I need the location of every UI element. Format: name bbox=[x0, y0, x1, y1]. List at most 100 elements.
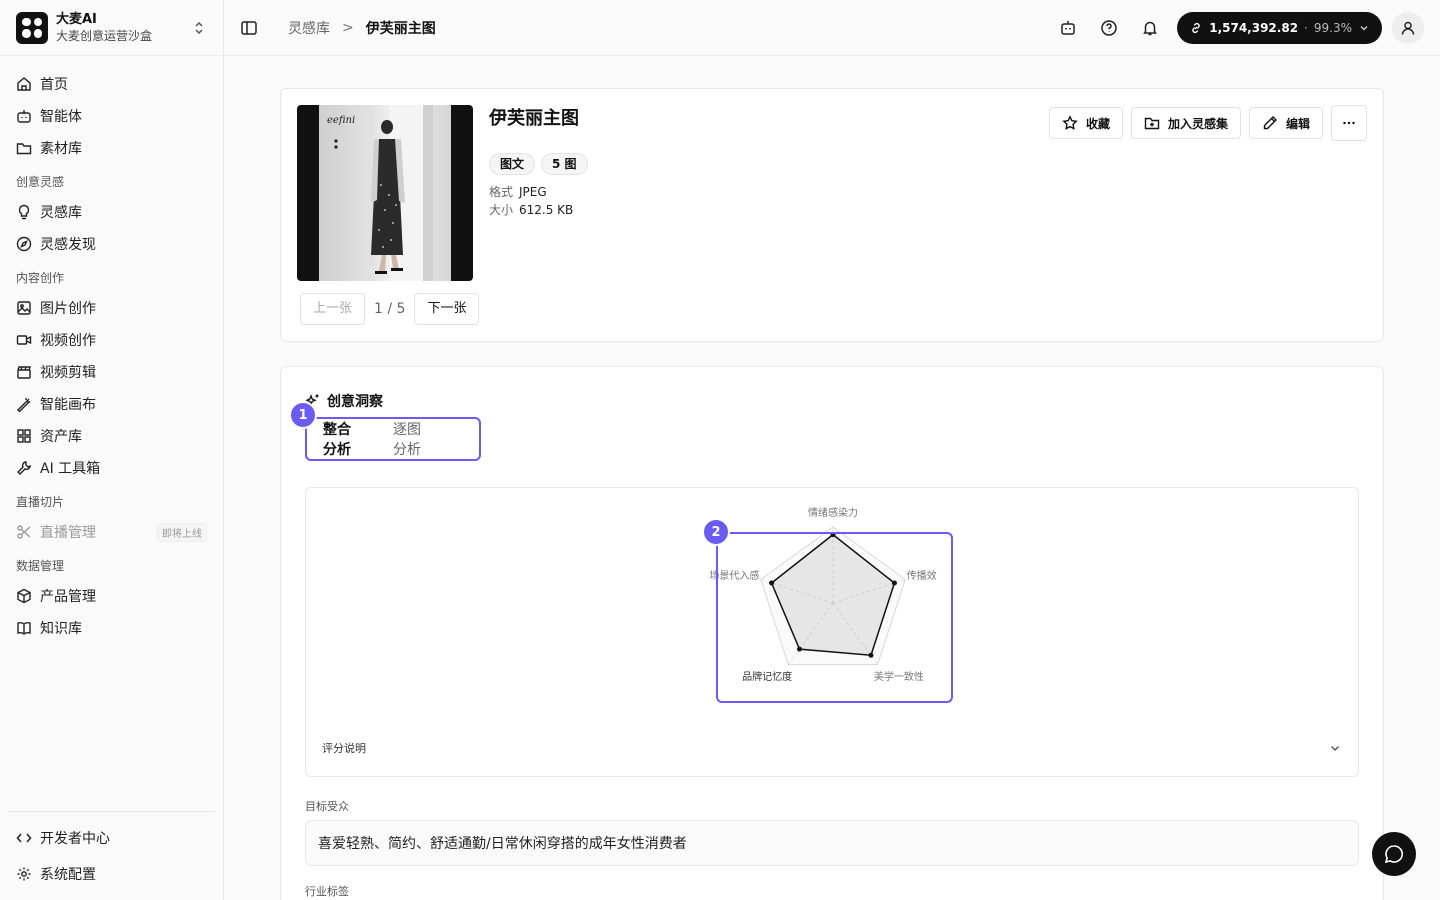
score-explanation-toggle[interactable]: 评分说明 bbox=[322, 740, 1342, 756]
bot-icon[interactable] bbox=[1059, 19, 1077, 37]
sidebar-item-label: 系统配置 bbox=[40, 867, 96, 883]
sidebar-item-label: 资产库 bbox=[40, 429, 82, 445]
tag-type: 图文 bbox=[489, 153, 536, 175]
add-collection-label: 加入灵感集 bbox=[1167, 116, 1228, 131]
sidebar-item-label: 图片创作 bbox=[40, 301, 96, 317]
clapperboard-icon bbox=[17, 366, 31, 379]
edit-button[interactable]: 编辑 bbox=[1248, 107, 1323, 139]
sidebar-item-label: 产品管理 bbox=[40, 589, 96, 605]
sidebar-item-toolbox[interactable]: AI 工具箱 bbox=[8, 452, 215, 484]
nav-group-title: 创意灵感 bbox=[16, 175, 65, 189]
brand-subtitle: 大麦创意运营沙盒 bbox=[56, 29, 153, 43]
callout-badge-1: 1 bbox=[289, 401, 317, 429]
sidebar-item-label: 素材库 bbox=[40, 141, 82, 157]
prev-image-button[interactable]: 上一张 bbox=[300, 293, 366, 325]
asset-actions: 收藏 加入灵感集 编辑 bbox=[1041, 105, 1367, 141]
favorite-button[interactable]: 收藏 bbox=[1048, 107, 1123, 139]
thumbnail-photo: eefini bbox=[319, 105, 451, 281]
chat-assistant-button[interactable] bbox=[1372, 832, 1416, 876]
user-avatar[interactable] bbox=[1392, 11, 1424, 44]
credit-separator: · bbox=[1304, 20, 1308, 35]
sidebar-item-video-edit[interactable]: 视频剪辑 bbox=[8, 356, 215, 388]
book-icon bbox=[17, 622, 31, 635]
coming-soon-badge: 即将上线 bbox=[157, 522, 207, 542]
bell-icon[interactable] bbox=[1141, 19, 1159, 37]
gear-icon bbox=[17, 867, 31, 881]
sidebar-item-label: 视频剪辑 bbox=[40, 365, 96, 381]
credit-balance-button[interactable]: 1,574,392.82 · 99.3% bbox=[1177, 11, 1382, 44]
home-icon bbox=[17, 77, 31, 91]
code-icon bbox=[16, 833, 32, 843]
format-label: 格式 bbox=[489, 185, 514, 199]
user-icon bbox=[1401, 21, 1415, 35]
credit-value: 1,574,392.82 bbox=[1209, 20, 1299, 35]
magic-wand-icon bbox=[17, 398, 30, 412]
sidebar-item-knowledge[interactable]: 知识库 bbox=[8, 612, 215, 644]
grid-icon bbox=[17, 429, 31, 443]
asset-thumbnail[interactable]: eefini bbox=[297, 105, 473, 281]
sidebar-item-materials[interactable]: 素材库 bbox=[8, 132, 215, 164]
size-label: 大小 bbox=[489, 203, 514, 217]
sidebar-item-inspiration-discover[interactable]: 灵感发现 bbox=[8, 228, 215, 260]
asset-detail-card: eefini 上一张 1 / 5 下一张 伊芙丽主图 图文 5 图 格式 JPEG… bbox=[280, 88, 1384, 342]
tab-per-image-analysis[interactable]: 逐图分析 bbox=[393, 419, 431, 459]
sidebar-item-label: 直播管理 bbox=[40, 525, 96, 541]
link-icon bbox=[1192, 22, 1200, 33]
image-icon bbox=[17, 301, 31, 315]
asset-title: 伊芙丽主图 bbox=[489, 108, 579, 129]
favorite-label: 收藏 bbox=[1085, 116, 1110, 131]
tab-integrated-analysis[interactable]: 整合分析 bbox=[323, 419, 361, 459]
sidebar-item-image-create[interactable]: 图片创作 bbox=[8, 292, 215, 324]
radar-highlight-frame bbox=[716, 532, 953, 703]
sidebar-item-home[interactable]: 首页 bbox=[8, 68, 215, 100]
asset-tags: 图文 5 图 bbox=[489, 153, 594, 175]
sidebar-toggle-icon[interactable] bbox=[240, 19, 258, 37]
sidebar-item-product-manage[interactable]: 产品管理 bbox=[8, 580, 215, 612]
sidebar-item-agent[interactable]: 智能体 bbox=[8, 100, 215, 132]
breadcrumb-current: 伊芙丽主图 bbox=[365, 20, 436, 37]
top-bar: 灵感库 > 伊芙丽主图 1,574,392.82 · 99.3% bbox=[224, 0, 1440, 56]
more-actions-button[interactable] bbox=[1331, 105, 1367, 141]
tag-count: 5 图 bbox=[541, 153, 588, 175]
sidebar-item-label: 视频创作 bbox=[40, 333, 96, 349]
add-to-collection-button[interactable]: 加入灵感集 bbox=[1130, 107, 1241, 139]
workspace-switcher[interactable]: 大麦AI 大麦创意运营沙盒 bbox=[0, 0, 223, 56]
radar-chart-panel: 情绪感染力 传播效 美学一致性 品牌记忆度 场景代入感 2 评分说明 bbox=[305, 487, 1359, 777]
nav-group-title: 内容创作 bbox=[16, 271, 65, 285]
sidebar-item-label: 首页 bbox=[40, 77, 68, 93]
audience-field: 喜爱轻熟、简约、舒适通勤/日常休闲穿搭的成年女性消费者 bbox=[305, 820, 1359, 866]
callout-badge-2: 2 bbox=[702, 518, 730, 546]
sidebar: 大麦AI 大麦创意运营沙盒 首页 智能体 素材库 创意灵感 灵感库 灵感发现 内… bbox=[0, 0, 224, 900]
next-image-button[interactable]: 下一张 bbox=[414, 293, 480, 325]
sidebar-item-canvas[interactable]: 智能画布 bbox=[8, 388, 215, 420]
sidebar-item-label: 智能画布 bbox=[40, 397, 96, 413]
sidebar-item-settings[interactable]: 系统配置 bbox=[8, 856, 215, 892]
audience-value: 喜爱轻熟、简约、舒适通勤/日常休闲穿搭的成年女性消费者 bbox=[318, 836, 687, 852]
help-icon[interactable] bbox=[1100, 19, 1118, 37]
edit-label: 编辑 bbox=[1285, 116, 1310, 131]
sidebar-item-dev-center[interactable]: 开发者中心 bbox=[8, 820, 215, 856]
chat-bubble-icon bbox=[1384, 845, 1403, 864]
sidebar-item-video-create[interactable]: 视频创作 bbox=[8, 324, 215, 356]
fashion-photo-illustration: eefini bbox=[327, 105, 433, 281]
radar-axis-label: 情绪感染力 bbox=[808, 506, 858, 519]
industry-label: 行业标签 bbox=[305, 885, 349, 898]
image-pager: 上一张 1 / 5 下一张 bbox=[300, 293, 480, 325]
box-icon bbox=[17, 588, 31, 604]
breadcrumb-parent[interactable]: 灵感库 bbox=[288, 18, 330, 38]
sidebar-item-assets[interactable]: 资产库 bbox=[8, 420, 215, 452]
nav-group-title: 直播切片 bbox=[16, 495, 65, 509]
chevron-down-icon bbox=[1360, 25, 1368, 30]
sidebar-item-label: 灵感库 bbox=[40, 205, 82, 221]
sidebar-item-label: 知识库 bbox=[40, 621, 82, 637]
sidebar-item-live-manage: 直播管理 即将上线 bbox=[8, 516, 215, 548]
chevron-up-down-icon bbox=[195, 21, 203, 34]
sidebar-item-inspiration-library[interactable]: 灵感库 bbox=[8, 196, 215, 228]
sidebar-footer: 开发者中心 系统配置 bbox=[8, 811, 215, 892]
more-horizontal-icon bbox=[1343, 121, 1355, 125]
creative-insight-card: 创意洞察 整合分析 逐图分析 1 情绪感染力 传播效 美学一致性 品牌记忆度 场景代入感… bbox=[280, 366, 1384, 900]
logo-text: eefini bbox=[327, 115, 355, 126]
sidebar-item-label: 灵感发现 bbox=[40, 237, 96, 253]
image-counter: 1 / 5 bbox=[374, 301, 406, 317]
bot-icon bbox=[17, 110, 31, 123]
